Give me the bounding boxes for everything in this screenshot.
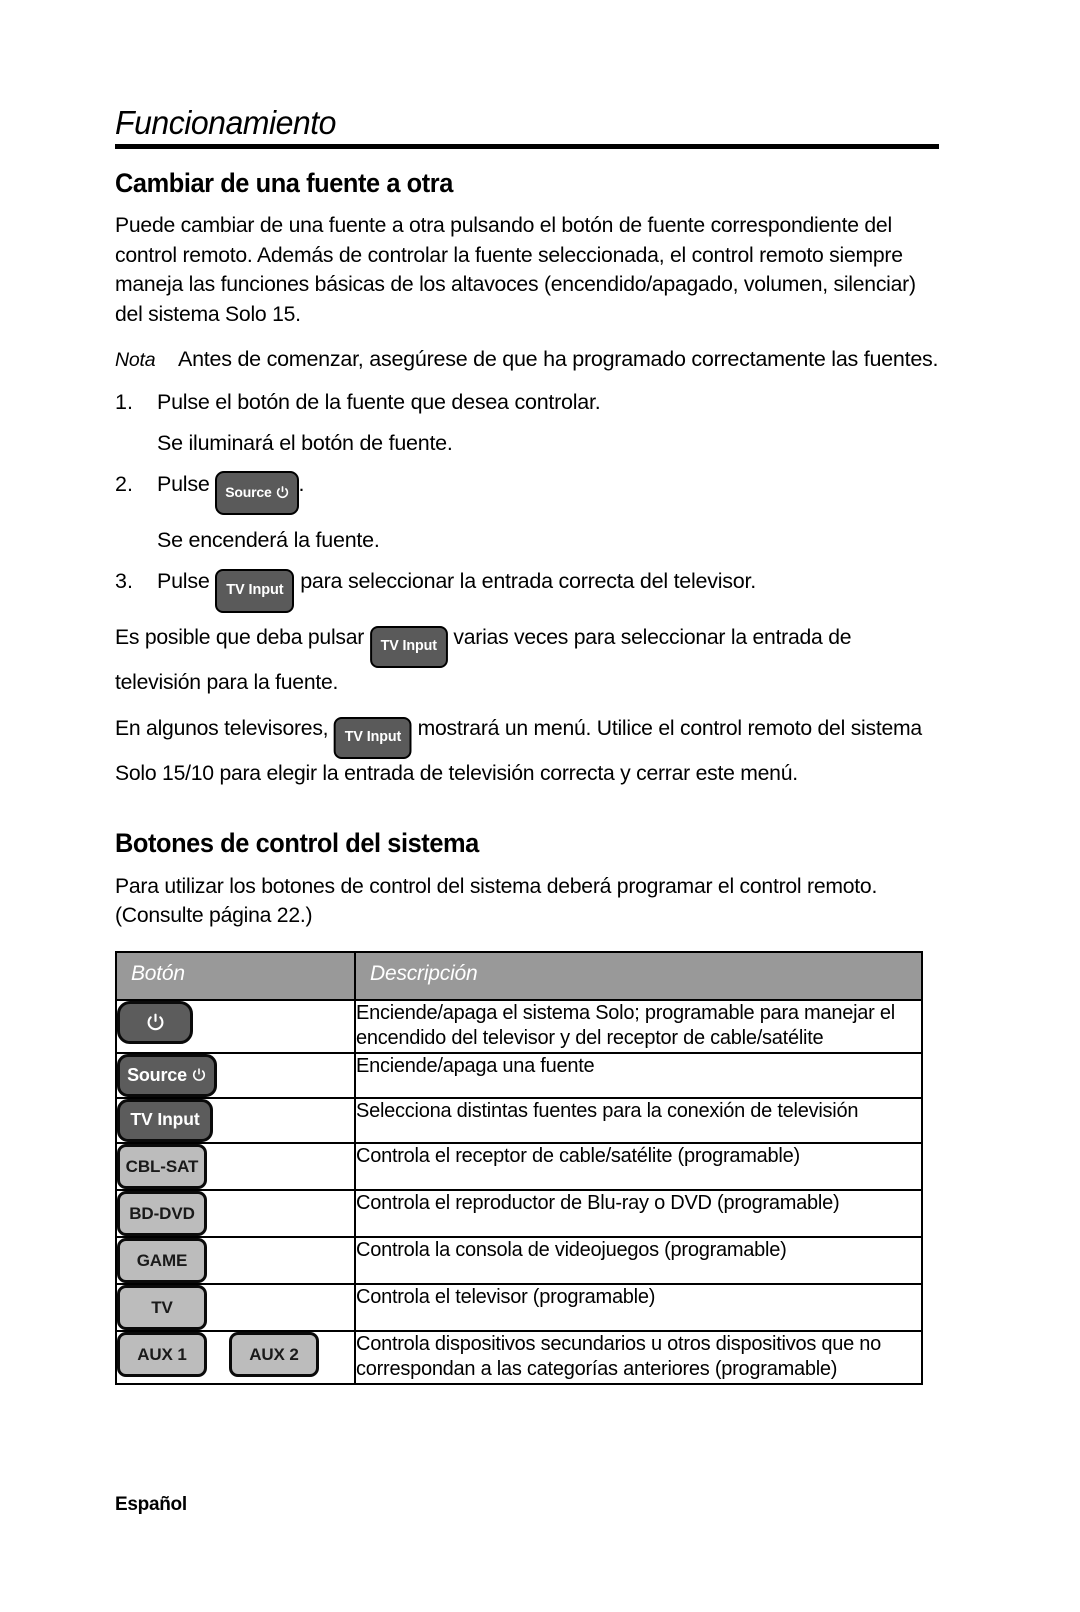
table-header-button: Botón xyxy=(116,951,356,1001)
remote-key-label: TV Input xyxy=(130,1109,200,1130)
table-cell-button: TV Input xyxy=(116,1097,356,1144)
paragraph-tvinput-menu: En algunos televisores, TV Input mostrar… xyxy=(115,714,927,789)
document-page: Funcionamiento Cambiar de una fuente a o… xyxy=(0,0,1080,1612)
step-2: 2. Pulse Source. xyxy=(115,469,939,515)
remote-key-label: CBL-SAT xyxy=(125,1156,199,1176)
note-text: Antes de comenzar, asegúrese de que ha p… xyxy=(178,347,939,371)
remote-key-label: AUX 1 xyxy=(137,1344,187,1364)
remote-key-group: CBL-SAT xyxy=(117,1143,354,1189)
note-label: Nota xyxy=(115,349,156,371)
remote-key-tv-input[interactable]: TV Input xyxy=(117,1098,213,1142)
remote-key-tv[interactable]: TV xyxy=(117,1284,207,1330)
running-head: Funcionamiento xyxy=(115,104,336,141)
step-3-number: 3. xyxy=(115,568,133,593)
step-3-text: Pulse TV Input para seleccionar la entra… xyxy=(157,566,756,613)
table-cell-button: AUX 1 AUX 2 xyxy=(116,1330,356,1384)
source-key-chip[interactable]: Source xyxy=(215,470,299,515)
tv-input-chip-label: TV Input xyxy=(380,637,437,654)
step-3-prefix: Pulse xyxy=(157,568,210,593)
step-1-number: 1. xyxy=(115,389,133,414)
table-cell-description: Controla el reproductor de Blu-ray o DVD… xyxy=(355,1189,922,1238)
table-row: CBL-SAT Controla el receptor de cable/sat… xyxy=(116,1142,922,1191)
remote-key-bd-dvd[interactable]: BD-DVD xyxy=(117,1190,207,1236)
paragraph-tvinput-multipress: Es posible que deba pulsar TV Input vari… xyxy=(115,623,927,698)
table-header-row: Botón Descripción xyxy=(116,951,922,1001)
note-block: Nota Antes de comenzar, asegúrese de que… xyxy=(115,345,939,375)
step-1: 1. Pulse el botón de la fuente que desea… xyxy=(115,387,939,418)
table-cell-description: Enciende/apaga una fuente xyxy=(355,1052,922,1099)
step-3-suffix: para seleccionar la entrada correcta del… xyxy=(300,568,756,593)
section-heading-botones: Botones de control del sistema xyxy=(115,827,479,858)
section2-intro: Para utilizar los botones de control del… xyxy=(115,873,878,928)
step-2-number: 2. xyxy=(115,471,133,496)
table-cell-button: Source xyxy=(116,1052,356,1099)
remote-key-label: AUX 2 xyxy=(249,1344,299,1364)
remote-key-group: Source xyxy=(117,1053,354,1097)
tv-input-key-chip[interactable]: TV Input xyxy=(215,568,295,613)
power-icon xyxy=(145,1012,166,1033)
remote-key-group: TV xyxy=(117,1284,354,1330)
table-row: GAME Controla la consola de videojuegos (… xyxy=(116,1236,922,1285)
table-cell-button: GAME xyxy=(116,1236,356,1285)
remote-key-aux-2[interactable]: AUX 2 xyxy=(229,1331,319,1377)
step-2-result: Se encenderá la fuente. xyxy=(157,527,380,552)
step-3: 3. Pulse TV Input para seleccionar la en… xyxy=(115,566,939,613)
table-row: Source Enciende/apaga una fuente xyxy=(116,1052,922,1099)
system-control-buttons-table: Botón Descripción Enciende/apaga el sist… xyxy=(115,950,923,1385)
remote-key-group: BD-DVD xyxy=(117,1190,354,1236)
remote-key-group xyxy=(117,1000,354,1044)
table-row: TV Controla el televisor (programable) xyxy=(116,1283,922,1332)
tv-input-key-chip[interactable]: TV Input xyxy=(333,716,412,759)
header-rule xyxy=(115,144,939,149)
remote-key-group: AUX 1 AUX 2 xyxy=(117,1331,354,1377)
table-cell-button: BD-DVD xyxy=(116,1189,356,1238)
remote-key-label: BD-DVD xyxy=(129,1203,195,1223)
table-body: Enciende/apaga el sistema Solo; programa… xyxy=(116,999,922,1384)
power-icon xyxy=(275,485,290,500)
intro-paragraph: Puede cambiar de una fuente a otra pulsa… xyxy=(115,213,916,326)
tv-input-key-chip[interactable]: TV Input xyxy=(369,625,448,668)
table-cell-description: Controla la consola de videojuegos (prog… xyxy=(355,1236,922,1285)
table-cell-description: Controla dispositivos secundarios u otro… xyxy=(355,1330,922,1384)
table-header-description: Descripción xyxy=(355,951,922,1001)
remote-key-label: GAME xyxy=(136,1250,188,1270)
tv-input-chip-label: TV Input xyxy=(344,728,402,745)
remote-key-source[interactable]: Source xyxy=(117,1053,217,1097)
table-cell-button xyxy=(116,999,356,1054)
step-2-text: Pulse Source. xyxy=(157,469,305,515)
power-icon xyxy=(191,1067,207,1083)
table-cell-description: Enciende/apaga el sistema Solo; programa… xyxy=(355,999,922,1054)
step-1-result: Se iluminará el botón de fuente. xyxy=(157,430,453,455)
remote-key-aux-1[interactable]: AUX 1 xyxy=(117,1331,207,1377)
remote-key-label: TV xyxy=(151,1297,173,1317)
step-1-text: Pulse el botón de la fuente que desea co… xyxy=(157,389,601,414)
page-content: Funcionamiento Cambiar de una fuente a o… xyxy=(115,104,939,1385)
step-2-prefix: Pulse xyxy=(157,471,210,496)
remote-key-group: GAME xyxy=(117,1237,354,1283)
table-row: BD-DVD Controla el reproductor de Blu-ray… xyxy=(116,1189,922,1238)
page-footer: Español xyxy=(115,1494,187,1515)
table-row: TV Input Selecciona distintas fuentes par… xyxy=(116,1097,922,1144)
table-cell-button: TV xyxy=(116,1283,356,1332)
section-heading-cambiar: Cambiar de una fuente a otra xyxy=(115,168,453,198)
step-2-suffix: . xyxy=(298,471,305,496)
table-cell-description: Controla el receptor de cable/satélite (… xyxy=(355,1142,922,1191)
para-b-prefix: En algunos televisores, xyxy=(115,715,329,740)
table-cell-button: CBL-SAT xyxy=(116,1142,356,1191)
tv-input-chip-label: TV Input xyxy=(226,581,284,598)
table-row: Enciende/apaga el sistema Solo; programa… xyxy=(116,999,922,1054)
remote-key-label: Source xyxy=(127,1065,187,1085)
table-cell-description: Controla el televisor (programable) xyxy=(355,1283,922,1332)
remote-key-power[interactable] xyxy=(117,1000,193,1044)
remote-key-cbl-sat[interactable]: CBL-SAT xyxy=(117,1143,207,1189)
source-chip-label: Source xyxy=(225,483,272,500)
remote-key-game[interactable]: GAME xyxy=(117,1237,207,1283)
para-a-prefix: Es posible que deba pulsar xyxy=(115,624,365,649)
table-cell-description: Selecciona distintas fuentes para la con… xyxy=(355,1097,922,1144)
remote-key-group: TV Input xyxy=(117,1098,354,1142)
table-row: AUX 1 AUX 2 Controla dispositivos secundar… xyxy=(116,1330,922,1384)
